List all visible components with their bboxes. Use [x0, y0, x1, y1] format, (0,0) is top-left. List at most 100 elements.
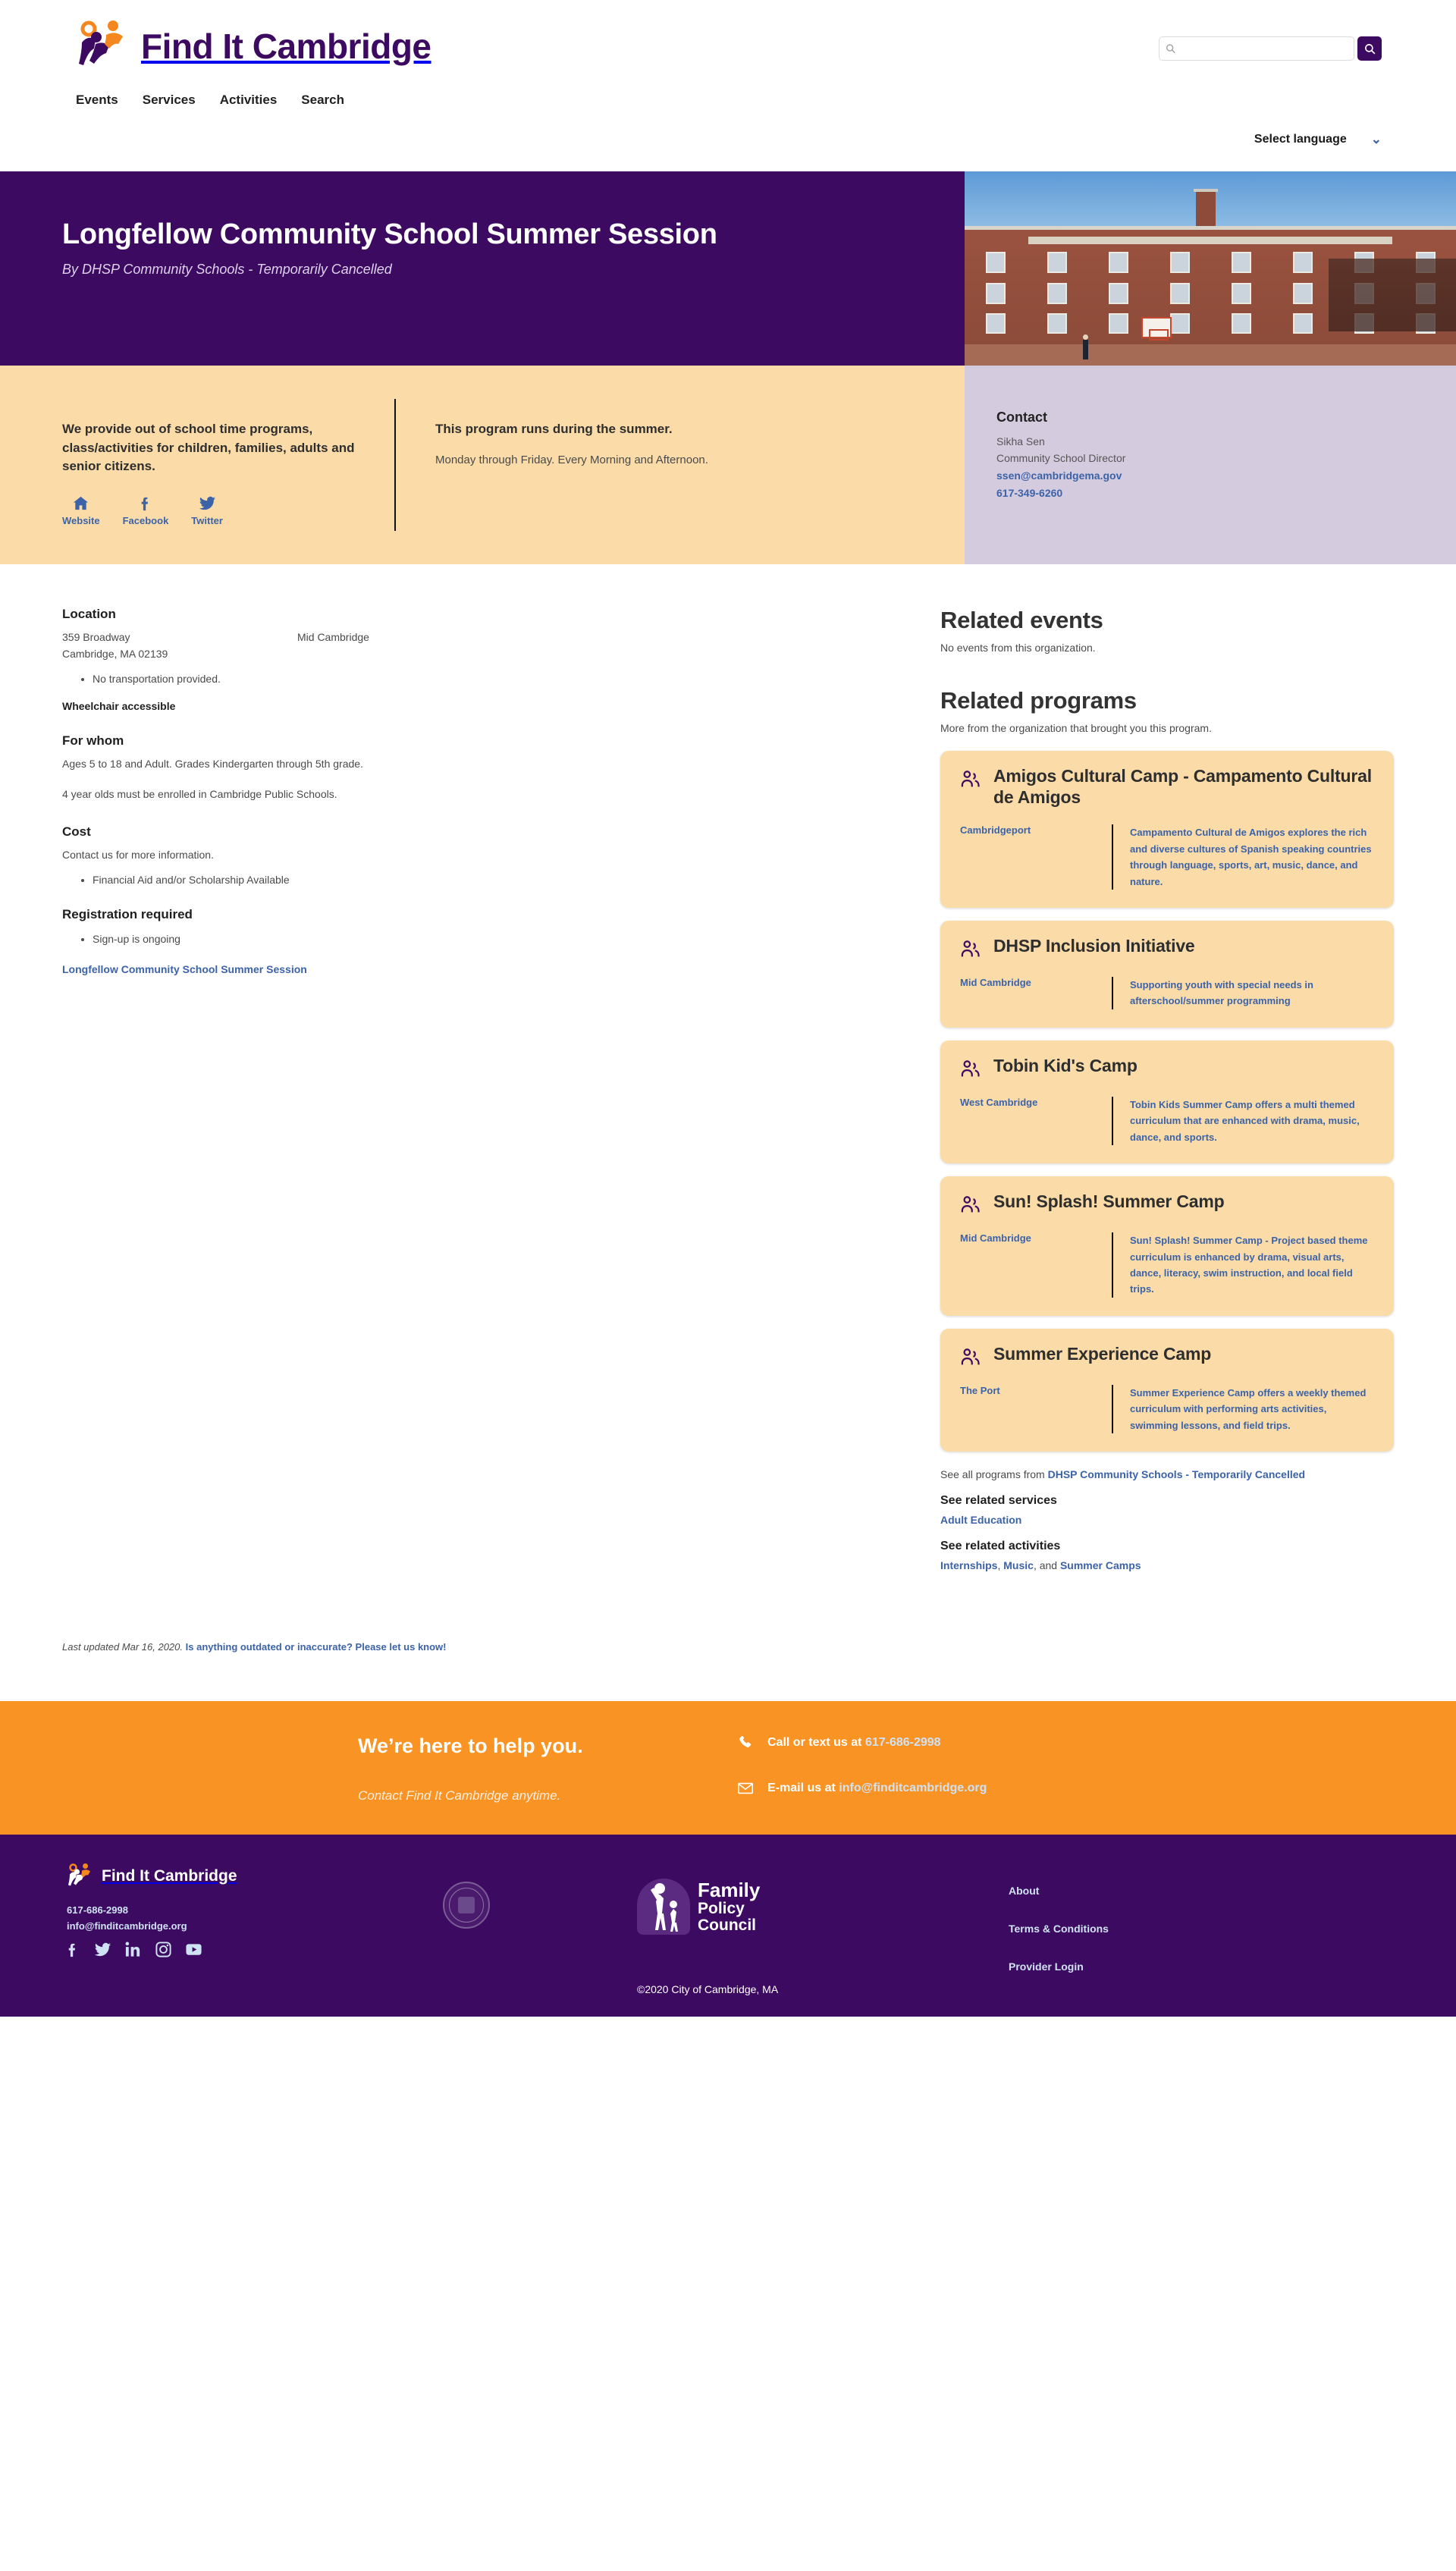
help-email-text: E-mail us at info@finditcambridge.org	[767, 1781, 987, 1795]
program-card-description: Supporting youth with special needs in a…	[1130, 978, 1313, 1007]
contact-block: Contact Sikha Sen Community School Direc…	[965, 366, 1456, 564]
footer-phone[interactable]: 617-686-2998	[67, 1904, 187, 1916]
search-icon	[1166, 44, 1175, 54]
header-search	[1159, 36, 1382, 61]
related-programs-heading: Related programs	[940, 687, 1137, 714]
facebook-link[interactable]: Facebook	[123, 494, 168, 526]
search-box[interactable]	[1159, 36, 1354, 61]
instagram-icon	[155, 1942, 171, 1957]
forwhom-line-1: Ages 5 to 18 and Adult. Grades Kindergar…	[62, 758, 363, 771]
footer-facebook-link[interactable]	[64, 1941, 81, 1962]
footer-link-terms[interactable]: Terms & Conditions	[1009, 1923, 1109, 1935]
linkedin-icon	[125, 1942, 140, 1957]
neighborhood: Mid Cambridge	[297, 631, 369, 643]
registration-heading: Registration required	[62, 907, 193, 922]
twitter-link[interactable]: Twitter	[191, 494, 223, 526]
program-card[interactable]: Sun! Splash! Summer Camp Mid Cambridge S…	[940, 1176, 1394, 1316]
forwhom-line-2: 4 year olds must be enrolled in Cambridg…	[62, 788, 337, 801]
footer-email[interactable]: info@finditcambridge.org	[67, 1920, 187, 1932]
transport-note: No transportation provided.	[93, 673, 940, 685]
last-updated: Last updated Mar 16, 2020. Is anything o…	[62, 1641, 1456, 1653]
help-email-link[interactable]: info@finditcambridge.org	[839, 1781, 987, 1794]
program-card-description: Campamento Cultural de Amigos explores t…	[1130, 827, 1372, 887]
cost-list: Financial Aid and/or Scholarship Availab…	[62, 874, 940, 886]
program-card-title: DHSP Inclusion Initiative	[993, 935, 1195, 956]
fpc-mark-icon	[637, 1879, 690, 1935]
program-card[interactable]: Amigos Cultural Camp - Campamento Cultur…	[940, 751, 1394, 908]
program-card-title: Summer Experience Camp	[993, 1343, 1212, 1364]
program-card[interactable]: DHSP Inclusion Initiative Mid Cambridge …	[940, 920, 1394, 1028]
people-icon	[960, 1194, 981, 1216]
home-icon	[74, 496, 89, 510]
search-icon	[1364, 43, 1375, 54]
report-inaccuracy-link[interactable]: Is anything outdated or inaccurate? Plea…	[186, 1641, 447, 1653]
site-header: Find It Cambridge Events Services Activi…	[0, 0, 1456, 171]
footer-youtube-link[interactable]	[185, 1941, 202, 1962]
facebook-icon	[68, 1944, 76, 1957]
find-it-cambridge-logo-icon	[68, 1863, 90, 1886]
help-email-row: E-mail us at info@finditcambridge.org	[737, 1780, 1456, 1797]
location-heading: Location	[62, 607, 116, 621]
related-activity-link[interactable]: Music	[1003, 1559, 1034, 1571]
footer-instagram-link[interactable]	[155, 1941, 172, 1962]
search-submit-button[interactable]	[1357, 36, 1382, 61]
contact-email-link[interactable]: ssen@cambridgema.gov	[996, 469, 1456, 482]
footer-linkedin-link[interactable]	[124, 1941, 142, 1962]
related-events-empty: No events from this organization.	[940, 642, 1096, 654]
related-activity-link[interactable]: Internships	[940, 1559, 997, 1571]
footer-link-about[interactable]: About	[1009, 1885, 1109, 1897]
chevron-down-icon: ⌄	[1370, 132, 1382, 146]
twitter-icon	[199, 496, 215, 510]
info-stripe: We provide out of school time programs, …	[0, 366, 1456, 564]
address-line-2: Cambridge, MA 02139	[62, 647, 168, 660]
program-card-description: Sun! Splash! Summer Camp - Project based…	[1130, 1235, 1368, 1295]
envelope-icon	[738, 1782, 753, 1794]
related-column: Related events No events from this organ…	[940, 607, 1456, 1571]
help-email-prefix: E-mail us at	[767, 1781, 836, 1795]
related-services-heading: See related services	[940, 1494, 1057, 1508]
org-social-links: Website Facebook Twitter	[62, 494, 394, 526]
fpc-line-3: Council	[698, 1916, 756, 1934]
related-services-list: Adult Education	[940, 1514, 1394, 1526]
program-card-location: Mid Cambridge	[960, 976, 1031, 988]
contact-phone-link[interactable]: 617-349-6260	[996, 487, 1456, 499]
site-footer: Find It Cambridge 617-686-2998 info@find…	[0, 1835, 1456, 2017]
find-it-cambridge-logo-icon	[79, 20, 123, 65]
program-card[interactable]: Tobin Kid's Camp West Cambridge Tobin Ki…	[940, 1040, 1394, 1164]
copyright: ©2020 City of Cambridge, MA	[637, 1983, 779, 1996]
program-card-location: Cambridgeport	[960, 824, 1031, 837]
schedule-detail: Monday through Friday. Every Morning and…	[435, 454, 708, 466]
footer-brand-name: Find It Cambridge	[102, 1867, 237, 1885]
footer-links: About Terms & Conditions Provider Login	[1009, 1885, 1109, 1998]
fpc-line-1: Family	[698, 1879, 761, 1902]
people-icon	[960, 939, 981, 960]
nav-item-events[interactable]: Events	[76, 93, 118, 108]
nav-item-services[interactable]: Services	[143, 93, 196, 108]
nav-item-activities[interactable]: Activities	[220, 93, 278, 108]
org-about: We provide out of school time programs, …	[0, 366, 394, 564]
related-service-link[interactable]: Adult Education	[940, 1514, 1021, 1526]
registration-link[interactable]: Longfellow Community School Summer Sessi…	[62, 963, 307, 975]
cost-bullet: Financial Aid and/or Scholarship Availab…	[93, 874, 940, 886]
nav-item-search[interactable]: Search	[301, 93, 344, 108]
registration-list: Sign-up is ongoing	[62, 933, 940, 945]
see-all-org-link[interactable]: DHSP Community Schools - Temporarily Can…	[1048, 1468, 1305, 1480]
language-selector[interactable]: Select language ⌄	[1254, 132, 1382, 147]
program-card-list: Amigos Cultural Camp - Campamento Cultur…	[940, 751, 1394, 1452]
cost-heading: Cost	[62, 824, 91, 839]
footer-link-provider-login[interactable]: Provider Login	[1009, 1960, 1109, 1973]
program-card[interactable]: Summer Experience Camp The Port Summer E…	[940, 1328, 1394, 1452]
details-column: Location 359 Broadway Cambridge, MA 0213…	[0, 607, 940, 1571]
search-input[interactable]	[1175, 42, 1348, 55]
contact-role: Community School Director	[996, 452, 1126, 464]
footer-twitter-link[interactable]	[94, 1941, 111, 1962]
schedule-heading: This program runs during the summer.	[435, 422, 673, 436]
footer-social-links	[64, 1941, 202, 1962]
help-phone-link[interactable]: 617-686-2998	[865, 1736, 941, 1749]
help-phone-row: Call or text us at 617-686-2998	[737, 1734, 1456, 1751]
related-activities-list: Internships, Music, and Summer Camps	[940, 1559, 1141, 1572]
footer-brand-link[interactable]: Find It Cambridge	[67, 1862, 237, 1891]
related-activity-link[interactable]: Summer Camps	[1060, 1559, 1141, 1571]
website-link[interactable]: Website	[62, 494, 100, 526]
brand-name: Find It Cambridge	[141, 27, 431, 66]
